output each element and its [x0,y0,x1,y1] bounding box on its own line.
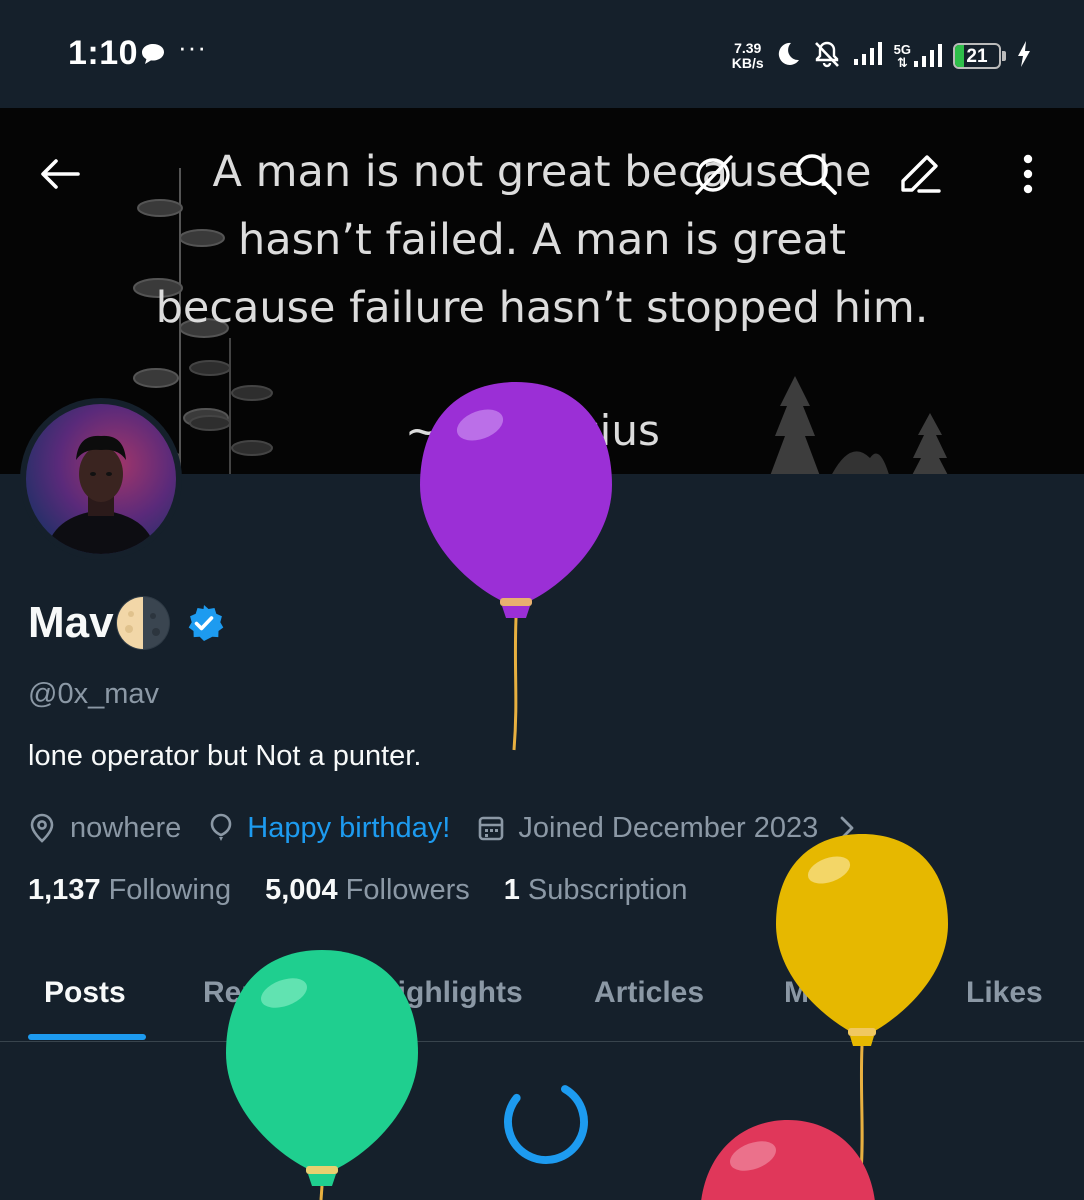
follow-stats: 1,137 Following 5,004 Followers 1 Subscript… [28,874,721,907]
search-icon [796,154,837,195]
back-arrow-icon [41,159,80,189]
status-icons: 7.39 KB/s 5G ⇅ 21 [732,36,1032,76]
balloon-purple [420,382,612,751]
display-name: Mav [28,598,114,647]
pencil-icon [901,155,941,193]
calendar-icon [479,816,504,841]
grok-button[interactable] [684,144,744,204]
leaf-decoration [832,451,889,474]
active-tab-indicator [28,1034,146,1040]
balloon-red [701,1120,875,1200]
profile-avatar[interactable] [20,398,182,560]
followers-stat[interactable]: 5,004 Followers [265,874,470,907]
location-item: nowhere [28,812,181,845]
following-count: 1,137 [28,874,101,906]
signal-icon [852,41,884,72]
banner-quote-line-3: because failure hasn’t stopped him. [155,283,929,333]
more-options-button[interactable] [998,144,1058,204]
speed-value: 7.39 [734,40,762,56]
half-moon-emoji-icon [115,596,170,650]
tab-posts[interactable]: Posts [44,976,126,1010]
chat-notification-icon [140,42,166,71]
profile-handle: @0x_mav [28,678,159,710]
followers-label: Followers [345,874,470,906]
subscriptions-label: Subscription [527,874,688,906]
speed-unit: KB/s [731,55,764,71]
edit-button[interactable] [890,144,950,204]
verified-badge-icon[interactable] [184,603,224,643]
data-arrows-icon: ⇅ [896,55,908,70]
subscriptions-stat[interactable]: 1 Subscription [504,874,688,907]
avatar-photo [26,404,176,554]
do-not-disturb-moon-icon [774,40,802,73]
pine-tree-decoration [770,376,820,474]
muted-bell-icon [812,39,842,74]
balloon-icon [210,813,232,841]
status-bar: 1:10 ··· 7.39 KB/s 5G ⇅ 21 [0,0,1084,108]
following-stat[interactable]: 1,137 Following [28,874,231,907]
profile-top-bar [0,108,1084,228]
battery-indicator: 21 [953,43,1006,69]
status-time: 1:10 [68,34,139,72]
name-row: Mav [28,596,224,650]
pine-tree-decoration-2 [912,413,948,474]
back-button[interactable] [30,144,90,204]
network-speed: 7.39 KB/s [732,41,764,71]
more-notifications-icon: ··· [178,32,207,62]
balloon-green [226,950,418,1200]
tab-articles[interactable]: Articles [594,976,704,1010]
following-label: Following [108,874,232,906]
more-vertical-icon [1023,154,1033,194]
signal-5g-icon: 5G ⇅ [894,43,943,69]
grok-slash-icon [695,155,733,195]
birthday-item[interactable]: Happy birthday! [209,812,450,845]
tab-likes[interactable]: Likes [966,976,1043,1010]
foliage-decoration-2 [189,338,273,474]
profile-bio: lone operator but Not a punter. [28,740,422,772]
battery-percent: 21 [966,46,988,67]
location-text: nowhere [70,811,182,844]
charging-bolt-icon [1016,40,1032,73]
subscriptions-count: 1 [503,874,520,906]
followers-count: 5,004 [265,874,338,906]
profile-meta: nowhere Happy birthday! Joined December … [28,808,856,848]
search-button[interactable] [786,144,846,204]
location-pin-icon [30,813,54,843]
loading-spinner-icon [500,1076,592,1173]
birthday-link[interactable]: Happy birthday! [247,812,450,845]
joined-item: Joined December 2023 [478,812,818,845]
